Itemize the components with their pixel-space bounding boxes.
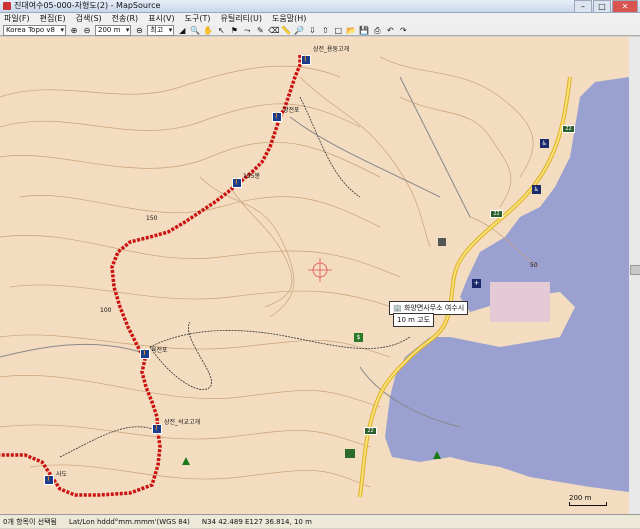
map-product-select[interactable]: Korea Topo v8	[3, 24, 66, 36]
app-icon	[3, 2, 11, 10]
receive-icon[interactable]: ⇩	[307, 26, 317, 35]
waypoint-label-elev: 195봉	[243, 173, 260, 180]
hiker-waypoint-icon[interactable]: 🚶	[232, 178, 242, 188]
maximize-button[interactable]: □	[593, 0, 611, 13]
map-canvas	[0, 55, 629, 498]
track-tool-icon[interactable]: ✎	[255, 26, 265, 35]
route-tool-icon[interactable]: ⤳	[242, 26, 252, 35]
gas-station-icon[interactable]: $	[354, 333, 363, 342]
menu-edit[interactable]: 편집(E)	[40, 13, 66, 25]
hand-tool-icon[interactable]: ✋	[203, 26, 213, 35]
send-icon[interactable]: ⇧	[320, 26, 330, 35]
measure-tool-icon[interactable]: 📏	[281, 26, 291, 35]
minimize-button[interactable]: –	[574, 0, 592, 13]
find-icon[interactable]: 🔎	[294, 26, 304, 35]
menu-tools[interactable]: 도구(T)	[185, 13, 211, 25]
hiker-waypoint-icon[interactable]: 🚶	[272, 112, 282, 122]
hiker-waypoint-icon[interactable]: 🚶	[301, 55, 311, 65]
menu-help[interactable]: 도움말(H)	[272, 13, 306, 25]
save-file-icon[interactable]: 💾	[359, 26, 369, 35]
road-sign: 22	[364, 427, 377, 435]
map-view[interactable]: 🚶 🚶 🚶 🚶 🚶 🚶 상전_용둥고개 당전포 195봉 육전포 상전_석교고개…	[0, 37, 630, 514]
scale-label: 200 m	[569, 494, 592, 502]
vertical-scrollbar[interactable]	[629, 37, 640, 514]
poi-elevation: 10 m 고도	[397, 316, 431, 324]
zoom-out-alt-icon[interactable]: ⊖	[134, 26, 144, 35]
elevation-tooltip: 10 m 고도	[393, 313, 435, 327]
map-tool-icon[interactable]: ◢	[177, 26, 187, 35]
contour-label-100: 100	[100, 307, 112, 314]
restroom-icon[interactable]: ♿	[532, 185, 541, 194]
tree-icon	[433, 451, 441, 459]
new-file-icon[interactable]: □	[333, 26, 343, 35]
waypoint-label-junction: 육전포	[151, 347, 168, 354]
menu-view[interactable]: 표시(V)	[148, 13, 174, 25]
menu-search[interactable]: 검색(S)	[76, 13, 102, 25]
detail-select[interactable]: 최고	[147, 24, 175, 36]
status-selection: 0개 항목이 선택됨	[3, 518, 57, 526]
waypoint-label-peak1: 당전포	[283, 107, 300, 114]
waypoint-label-pass2: 상전_석교고개	[164, 419, 201, 426]
open-file-icon[interactable]: 📂	[346, 26, 356, 35]
hiker-waypoint-icon[interactable]: 🚶	[140, 349, 150, 359]
status-bar: 0개 항목이 선택됨 Lat/Lon hddd°mm.mmm'(WGS 84) …	[0, 514, 640, 528]
harbor-area	[490, 282, 550, 322]
building-icon: 🏢	[393, 304, 402, 312]
hiker-waypoint-icon[interactable]: 🚶	[44, 475, 54, 485]
road-sign: 22	[562, 125, 575, 133]
eraser-tool-icon[interactable]: ⌫	[268, 26, 279, 35]
poi-title: 화양면사무소 여수시	[403, 304, 465, 312]
parking-icon[interactable]	[345, 449, 355, 458]
crosshair-icon	[308, 258, 332, 282]
bank-icon[interactable]	[438, 238, 446, 246]
undo-icon[interactable]: ↶	[385, 26, 395, 35]
contour-label-150: 150	[146, 215, 158, 222]
window-title: 진대여수05-000-자형도(2) - MapSource	[14, 1, 161, 10]
zoom-select[interactable]: 200 m	[95, 24, 132, 36]
hiker-waypoint-icon[interactable]: 🚶	[152, 424, 162, 434]
print-icon[interactable]: ⎙	[372, 26, 382, 35]
title-bar: 진대여수05-000-자형도(2) - MapSource – □ ✕	[0, 0, 640, 13]
contour-label-50: 50	[530, 262, 538, 269]
waypoint-tool-icon[interactable]: ⚑	[229, 26, 239, 35]
restroom-icon[interactable]: ♿	[540, 139, 549, 148]
menu-file[interactable]: 파일(F)	[4, 13, 30, 25]
zoom-in-icon[interactable]: ⊕	[69, 26, 79, 35]
status-format: Lat/Lon hddd°mm.mmm'(WGS 84)	[68, 518, 190, 526]
scroll-thumb[interactable]	[630, 265, 640, 275]
menu-transfer[interactable]: 전송(R)	[112, 13, 139, 25]
status-coords: N34 42.489 E127 36.814, 10 m	[201, 518, 312, 526]
scale-bar: 200 m	[569, 494, 607, 506]
hospital-icon[interactable]: +	[472, 279, 481, 288]
menu-bar: 파일(F) 편집(E) 검색(S) 전송(R) 표시(V) 도구(T) 유틸리티…	[0, 13, 640, 25]
zoom-out-icon[interactable]: ⊖	[82, 26, 92, 35]
toolbar: Korea Topo v8 ⊕ ⊖ 200 m ⊖ 최고 ◢ 🔍 ✋ ↖ ⚑ ⤳…	[0, 24, 640, 36]
zoom-tool-icon[interactable]: 🔍	[190, 26, 200, 35]
close-button[interactable]: ✕	[612, 0, 638, 13]
select-tool-icon[interactable]: ↖	[216, 26, 226, 35]
redo-icon[interactable]: ↷	[398, 26, 408, 35]
waypoint-label-bottom: 사도	[56, 471, 68, 478]
waypoint-label-pass1: 상전_용둥고개	[313, 46, 350, 53]
road-sign: 22	[490, 210, 503, 218]
menu-utilities[interactable]: 유틸리티(U)	[220, 13, 262, 25]
tree-icon	[182, 457, 190, 465]
